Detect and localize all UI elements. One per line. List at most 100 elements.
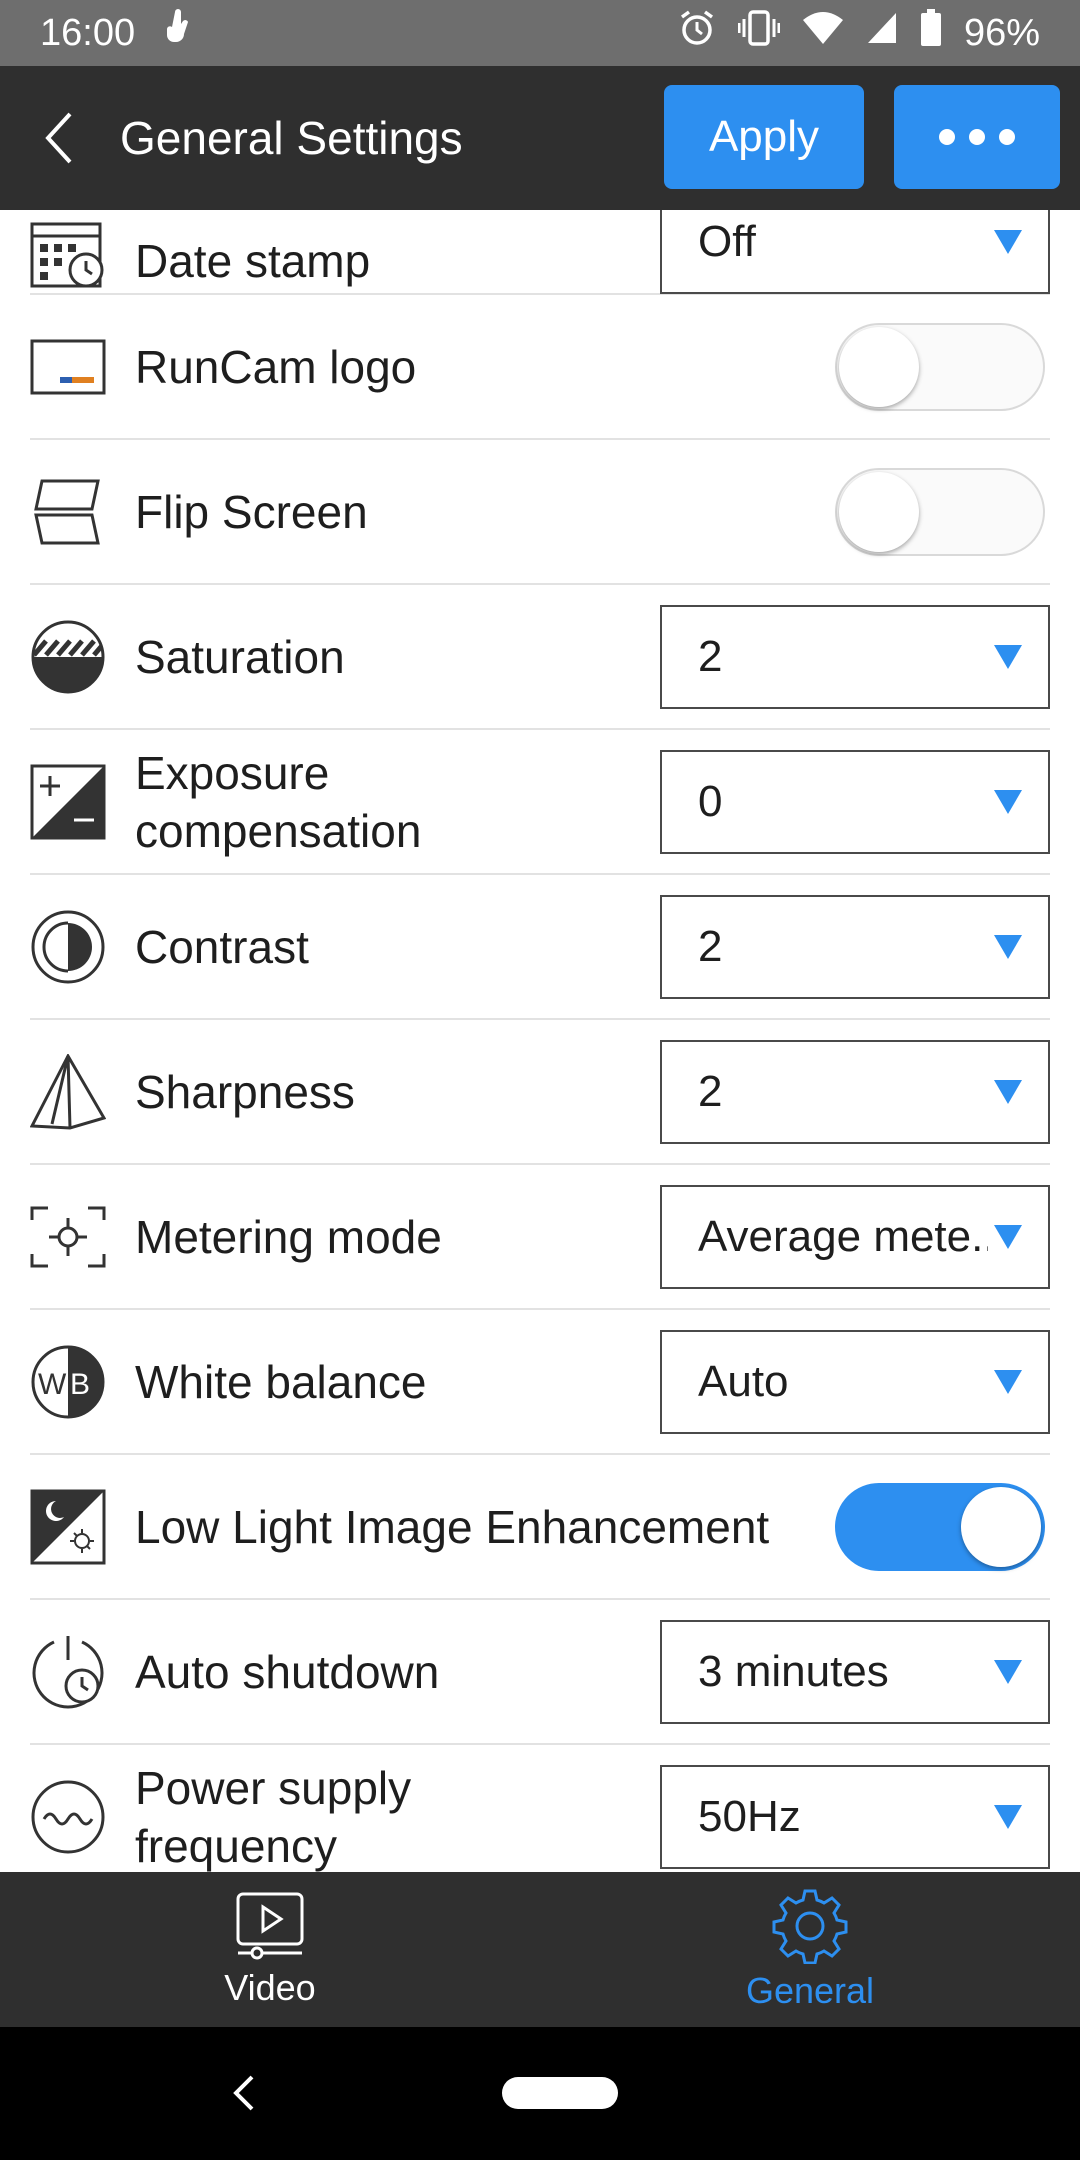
chevron-down-icon xyxy=(994,1369,1022,1394)
nav-item-general[interactable]: General xyxy=(540,1872,1080,2027)
setting-row-white-balance: WB White balance Auto xyxy=(30,1310,1050,1455)
metering-icon xyxy=(30,1199,106,1275)
battery-icon xyxy=(920,9,942,57)
select-value: 2 xyxy=(698,921,723,971)
signal-icon xyxy=(866,11,898,55)
toggle-knob xyxy=(839,471,919,552)
battery-percent: 96% xyxy=(963,11,1040,54)
toggle-knob xyxy=(961,1486,1041,1567)
metering-mode-select[interactable]: Average mete.. xyxy=(660,1184,1050,1289)
power-frequency-select[interactable]: 50Hz xyxy=(660,1764,1050,1869)
setting-row-exposure-compensation: Exposure compensation 0 xyxy=(30,730,1050,875)
more-icon xyxy=(939,129,1015,145)
setting-label: White balance xyxy=(135,1355,427,1408)
calendar-clock-icon xyxy=(30,214,106,290)
chevron-down-icon xyxy=(994,789,1022,814)
select-value: Off xyxy=(698,217,756,266)
setting-label: Exposure compensation xyxy=(135,744,655,860)
setting-label: Power supply frequency xyxy=(135,1759,655,1873)
setting-row-saturation: Saturation 2 xyxy=(30,585,1050,730)
sharpness-select[interactable]: 2 xyxy=(660,1039,1050,1144)
chevron-down-icon xyxy=(994,230,1022,254)
chevron-down-icon xyxy=(994,644,1022,669)
pyramid-icon xyxy=(30,1053,106,1130)
video-icon xyxy=(236,1892,304,1959)
low-light-toggle[interactable] xyxy=(835,1482,1045,1571)
svg-text:W: W xyxy=(38,1368,67,1401)
select-value: 3 minutes xyxy=(698,1646,889,1696)
touch-icon xyxy=(163,8,197,58)
low-light-icon xyxy=(30,1489,106,1565)
settings-list[interactable]: Date stamp Off RunCam logo Flip Screen S… xyxy=(0,210,1080,1872)
chevron-down-icon xyxy=(994,1224,1022,1249)
chevron-down-icon xyxy=(994,1659,1022,1684)
setting-label: Saturation xyxy=(135,630,345,683)
flip-screen-toggle[interactable] xyxy=(835,467,1045,556)
select-value: 0 xyxy=(698,776,723,826)
date-stamp-select[interactable]: Off xyxy=(660,210,1050,294)
system-home-button[interactable] xyxy=(502,2077,618,2109)
nav-label-video: Video xyxy=(224,1966,316,2008)
setting-row-date-stamp: Date stamp Off xyxy=(30,210,1050,295)
flip-screen-icon xyxy=(30,474,106,550)
setting-label: Flip Screen xyxy=(135,485,368,538)
setting-row-power-frequency: Power supply frequency 50Hz xyxy=(30,1745,1050,1872)
exposure-select[interactable]: 0 xyxy=(660,749,1050,854)
setting-label: Sharpness xyxy=(135,1065,355,1118)
select-value: 50Hz xyxy=(698,1791,801,1841)
select-value: 2 xyxy=(698,1066,723,1116)
setting-row-low-light: Low Light Image Enhancement xyxy=(30,1455,1050,1600)
auto-shutdown-select[interactable]: 3 minutes xyxy=(660,1619,1050,1724)
select-value: Auto xyxy=(698,1356,789,1406)
more-button[interactable] xyxy=(894,85,1060,189)
setting-row-auto-shutdown: Auto shutdown 3 minutes xyxy=(30,1600,1050,1745)
back-button[interactable] xyxy=(0,66,120,210)
setting-label: Auto shutdown xyxy=(135,1645,440,1698)
setting-label-line1: Power supply xyxy=(135,1761,412,1814)
white-balance-icon: WB xyxy=(30,1344,106,1420)
status-bar: 16:00 96% xyxy=(0,0,1080,66)
apply-button[interactable]: Apply xyxy=(664,85,864,189)
nav-label-general: General xyxy=(745,1969,875,2011)
bottom-nav: Video General xyxy=(0,1872,1080,2027)
gear-icon xyxy=(772,1889,848,1964)
contrast-select[interactable]: 2 xyxy=(660,894,1050,999)
power-timer-icon xyxy=(30,1634,106,1710)
back-chevron-icon xyxy=(233,2075,254,2111)
chevron-down-icon xyxy=(994,1079,1022,1104)
wifi-icon xyxy=(802,10,844,56)
svg-text:B: B xyxy=(70,1368,90,1401)
toggle-knob xyxy=(839,326,919,407)
select-value: 2 xyxy=(698,631,723,681)
vibrate-icon xyxy=(737,9,781,57)
setting-label: Contrast xyxy=(135,920,309,973)
back-arrow-icon xyxy=(45,112,72,164)
system-back-button[interactable] xyxy=(214,2063,274,2123)
system-nav-bar xyxy=(0,2027,1080,2160)
saturation-icon xyxy=(30,619,106,695)
runcam-logo-toggle[interactable] xyxy=(835,322,1045,411)
setting-label: Metering mode xyxy=(135,1210,442,1263)
setting-row-metering-mode: Metering mode Average mete.. xyxy=(30,1165,1050,1310)
exposure-icon xyxy=(30,764,106,840)
chevron-down-icon xyxy=(994,1804,1022,1829)
logo-image-icon xyxy=(30,329,106,405)
setting-label: Low Light Image Enhancement xyxy=(135,1500,770,1553)
sine-wave-icon xyxy=(30,1779,106,1855)
setting-label-line2: compensation xyxy=(135,804,422,857)
setting-row-runcam-logo: RunCam logo xyxy=(30,295,1050,440)
saturation-select[interactable]: 2 xyxy=(660,604,1050,709)
app-bar: General Settings Apply xyxy=(0,66,1080,210)
setting-label-line2: frequency xyxy=(135,1819,338,1872)
setting-row-sharpness: Sharpness 2 xyxy=(30,1020,1050,1165)
nav-item-video[interactable]: Video xyxy=(0,1872,540,2027)
setting-row-flip-screen: Flip Screen xyxy=(30,440,1050,585)
setting-label: RunCam logo xyxy=(135,340,417,393)
contrast-icon xyxy=(30,909,106,985)
alarm-icon xyxy=(678,9,716,57)
white-balance-select[interactable]: Auto xyxy=(660,1329,1050,1434)
chevron-down-icon xyxy=(994,934,1022,959)
setting-row-contrast: Contrast 2 xyxy=(30,875,1050,1020)
setting-label: Date stamp xyxy=(135,235,371,287)
setting-label-line1: Exposure xyxy=(135,746,330,799)
